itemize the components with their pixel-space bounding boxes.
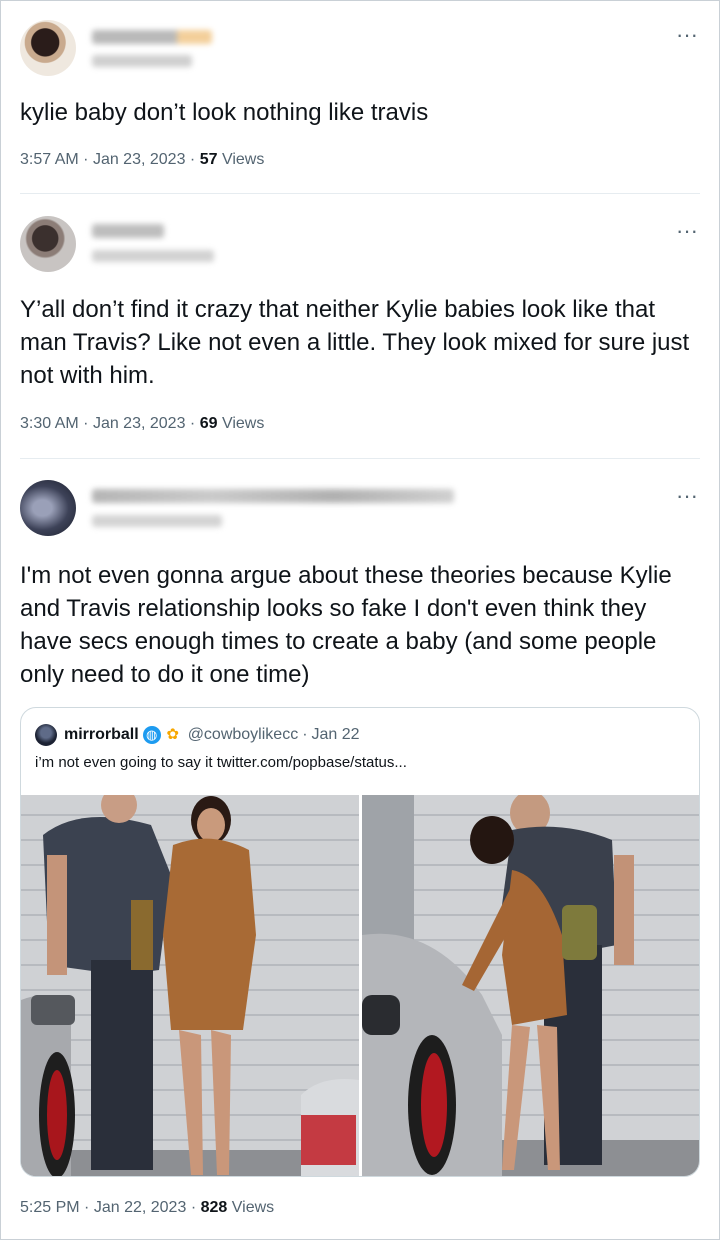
tweet-text: Y’all don’t find it crazy that neither K… bbox=[20, 296, 690, 389]
separator: · bbox=[302, 726, 308, 743]
quote-display-name[interactable]: mirrorball bbox=[64, 726, 139, 744]
tweet[interactable]: ··· Y’all don’t find it crazy that neith… bbox=[0, 194, 720, 459]
quote-username[interactable]: @cowboylikecc bbox=[188, 726, 299, 744]
username[interactable] bbox=[92, 250, 214, 262]
quote-header: mirrorball ◍ ✿ @cowboylikecc · Jan 22 bbox=[35, 724, 360, 746]
views-label: Views bbox=[221, 151, 265, 168]
separator: · bbox=[83, 415, 89, 432]
quote-date[interactable]: Jan 22 bbox=[312, 726, 360, 744]
tweet-time[interactable]: 3:30 AM bbox=[20, 415, 79, 432]
globe-icon: ◍ bbox=[142, 726, 161, 744]
quote-text: i’m not even going to say it twitter.com… bbox=[35, 754, 407, 771]
tweet-meta: 3:30 AM · Jan 23, 2023 · 69 Views bbox=[20, 415, 264, 433]
display-name[interactable] bbox=[92, 489, 454, 503]
separator: · bbox=[189, 415, 196, 432]
more-icon[interactable]: ··· bbox=[676, 24, 698, 46]
separator: · bbox=[83, 151, 89, 168]
avatar[interactable] bbox=[20, 480, 76, 536]
tweet-date[interactable]: Jan 22, 2023 bbox=[94, 1199, 187, 1216]
avatar[interactable] bbox=[20, 216, 76, 272]
view-count: 69 bbox=[199, 415, 218, 432]
avatar[interactable] bbox=[35, 724, 57, 746]
views-label: Views bbox=[221, 415, 265, 432]
avatar[interactable] bbox=[20, 20, 76, 76]
separator: · bbox=[84, 1199, 90, 1216]
display-name[interactable] bbox=[92, 224, 164, 238]
display-name[interactable] bbox=[92, 30, 212, 44]
separator: · bbox=[190, 1199, 197, 1216]
photo-right[interactable] bbox=[362, 795, 699, 1176]
tweet-time[interactable]: 5:25 PM bbox=[20, 1199, 80, 1216]
tweet-time[interactable]: 3:57 AM bbox=[20, 151, 79, 168]
username[interactable] bbox=[92, 515, 222, 527]
tweet-meta: 5:25 PM · Jan 22, 2023 · 828 Views bbox=[20, 1199, 274, 1217]
more-icon[interactable]: ··· bbox=[676, 485, 698, 507]
photo-left[interactable] bbox=[21, 795, 359, 1176]
tweet-text: kylie baby don’t look nothing like travi… bbox=[20, 99, 429, 126]
view-count: 828 bbox=[200, 1199, 228, 1216]
separator: · bbox=[189, 151, 196, 168]
quote-tweet[interactable]: mirrorball ◍ ✿ @cowboylikecc · Jan 22 i’… bbox=[20, 707, 700, 1177]
more-icon[interactable]: ··· bbox=[676, 220, 698, 242]
username[interactable] bbox=[92, 55, 192, 67]
tweet-date[interactable]: Jan 23, 2023 bbox=[93, 151, 186, 168]
tweet-date[interactable]: Jan 23, 2023 bbox=[93, 415, 186, 432]
tweet-text: I'm not even gonna argue about these the… bbox=[20, 562, 672, 688]
view-count: 57 bbox=[199, 151, 218, 168]
views-label: Views bbox=[231, 1199, 275, 1216]
flower-icon: ✿ bbox=[166, 726, 179, 743]
tweet-meta: 3:57 AM · Jan 23, 2023 · 57 Views bbox=[20, 151, 264, 169]
tweet[interactable]: ··· kylie baby don’t look nothing like t… bbox=[0, 0, 720, 194]
